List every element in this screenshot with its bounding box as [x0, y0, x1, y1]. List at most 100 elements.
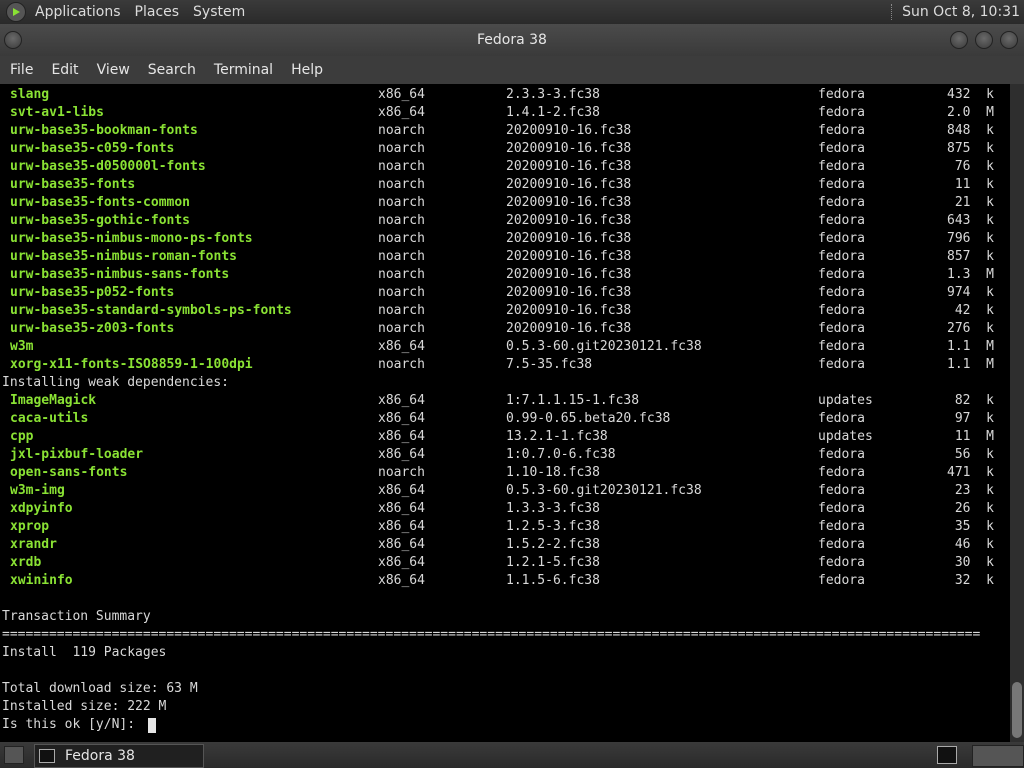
package-row: urw-base35-d050000l-fonts noarch 20200910-… — [0, 158, 1010, 176]
install-line: Install 119 Packages — [0, 644, 1010, 662]
package-version: 1:0.7.0-6.fc38 — [506, 447, 616, 462]
package-repo: fedora — [818, 177, 865, 192]
terminal-tray-icon[interactable] — [937, 746, 957, 764]
package-name: xrandr — [10, 537, 57, 552]
package-version: 0.99-0.65.beta20.fc38 — [506, 411, 671, 426]
system-menu[interactable]: System — [193, 4, 245, 20]
package-name: slang — [10, 87, 50, 102]
terminal-icon — [39, 749, 55, 763]
package-row: xorg-x11-fonts-ISO8859-1-100dpi noarch 7.5… — [0, 356, 1010, 374]
menu-file[interactable]: File — [10, 62, 33, 78]
package-arch: noarch — [378, 195, 425, 210]
package-name: urw-base35-gothic-fonts — [10, 213, 191, 228]
places-menu[interactable]: Places — [135, 4, 180, 20]
package-row: w3m x86_64 0.5.3-60.git20230121.fc38 fedora… — [0, 338, 1010, 356]
scrollbar-thumb[interactable] — [1012, 682, 1022, 738]
package-row: xwininfo x86_64 1.1.5-6.fc38 fedora 32 k — [0, 572, 1010, 590]
package-arch: x86_64 — [378, 447, 425, 462]
package-size: 76 k — [954, 159, 994, 174]
panel-separator — [891, 4, 896, 20]
transaction-summary-header: Transaction Summary — [2, 609, 151, 624]
package-arch: x86_64 — [378, 429, 425, 444]
rule-line: ========================================… — [0, 626, 1010, 644]
package-size: 857 k — [947, 249, 994, 264]
taskbar-window-button[interactable]: Fedora 38 — [34, 744, 204, 768]
package-version: 20200910-16.fc38 — [506, 195, 632, 210]
show-desktop-icon[interactable] — [4, 746, 24, 764]
workspace-switcher[interactable] — [972, 745, 1024, 767]
package-size: 32 k — [954, 573, 994, 588]
package-version: 20200910-16.fc38 — [506, 231, 632, 246]
package-arch: noarch — [378, 303, 425, 318]
window-titlebar[interactable]: Fedora 38 — [0, 24, 1024, 56]
package-name: urw-base35-standard-symbols-ps-fonts — [10, 303, 292, 318]
package-size: 21 k — [954, 195, 994, 210]
package-size: 35 k — [954, 519, 994, 534]
package-size: 11 M — [954, 429, 994, 444]
menu-search[interactable]: Search — [148, 62, 196, 78]
package-row: open-sans-fonts noarch 1.10-18.fc38 fedora 4… — [0, 464, 1010, 482]
package-row: urw-base35-nimbus-mono-ps-fonts noarch 202… — [0, 230, 1010, 248]
package-arch: x86_64 — [378, 105, 425, 120]
maximize-button[interactable] — [975, 31, 993, 49]
package-name: caca-utils — [10, 411, 89, 426]
package-repo: fedora — [818, 123, 865, 138]
package-version: 1:7.1.1.15-1.fc38 — [506, 393, 640, 408]
package-version: 0.5.3-60.git20230121.fc38 — [506, 483, 702, 498]
menu-view[interactable]: View — [97, 62, 130, 78]
package-version: 1.4.1-2.fc38 — [506, 105, 600, 120]
package-name: urw-base35-nimbus-sans-fonts — [10, 267, 230, 282]
package-version: 1.5.2-2.fc38 — [506, 537, 600, 552]
package-repo: fedora — [818, 573, 865, 588]
separator-rule: ========================================… — [2, 627, 981, 642]
package-name: open-sans-fonts — [10, 465, 128, 480]
clock[interactable]: Sun Oct 8, 10:31 — [902, 4, 1020, 20]
package-size: 97 k — [954, 411, 994, 426]
package-repo: fedora — [818, 447, 865, 462]
package-row: urw-base35-fonts-common noarch 20200910-16… — [0, 194, 1010, 212]
package-arch: noarch — [378, 321, 425, 336]
package-size: 23 k — [954, 483, 994, 498]
package-row: urw-base35-bookman-fonts noarch 20200910-1… — [0, 122, 1010, 140]
package-repo: fedora — [818, 465, 865, 480]
package-row: cpp x86_64 13.2.1-1.fc38 updates 11 M — [0, 428, 1010, 446]
terminal-menubar: File Edit View Search Terminal Help — [0, 56, 1024, 84]
total-download-size: Total download size: 63 M — [2, 681, 198, 696]
package-repo: fedora — [818, 231, 865, 246]
taskbar-window-label: Fedora 38 — [65, 748, 135, 764]
package-version: 20200910-16.fc38 — [506, 249, 632, 264]
text-cursor[interactable] — [148, 718, 156, 733]
package-arch: noarch — [378, 159, 425, 174]
menu-terminal[interactable]: Terminal — [214, 62, 273, 78]
package-size: 432 k — [947, 87, 994, 102]
package-size: 30 k — [954, 555, 994, 570]
package-name: xprop — [10, 519, 50, 534]
package-size: 2.0 M — [947, 105, 994, 120]
terminal-output[interactable]: slang x86_64 2.3.3-3.fc38 fedora 432 k svt-av… — [0, 84, 1010, 742]
package-size: 974 k — [947, 285, 994, 300]
package-repo: fedora — [818, 339, 865, 354]
package-row: caca-utils x86_64 0.99-0.65.beta20.fc38 fed… — [0, 410, 1010, 428]
package-row: xrdb x86_64 1.2.1-5.fc38 fedora 30 k — [0, 554, 1010, 572]
installed-line: Installed size: 222 M — [0, 698, 1010, 716]
applications-menu[interactable]: Applications — [35, 4, 121, 20]
package-row: urw-base35-nimbus-roman-fonts noarch 20200… — [0, 248, 1010, 266]
package-version: 0.5.3-60.git20230121.fc38 — [506, 339, 702, 354]
minimize-button[interactable] — [950, 31, 968, 49]
package-arch: x86_64 — [378, 537, 425, 552]
package-version: 1.2.1-5.fc38 — [506, 555, 600, 570]
close-button[interactable] — [1000, 31, 1018, 49]
package-version: 20200910-16.fc38 — [506, 123, 632, 138]
package-name: ImageMagick — [10, 393, 97, 408]
distro-logo-icon[interactable] — [6, 2, 26, 22]
package-row: slang x86_64 2.3.3-3.fc38 fedora 432 k — [0, 86, 1010, 104]
package-version: 13.2.1-1.fc38 — [506, 429, 608, 444]
package-repo: fedora — [818, 357, 865, 372]
package-name: urw-base35-d050000l-fonts — [10, 159, 206, 174]
menu-help[interactable]: Help — [291, 62, 323, 78]
menu-edit[interactable]: Edit — [51, 62, 78, 78]
package-arch: noarch — [378, 357, 425, 372]
package-name: urw-base35-fonts-common — [10, 195, 191, 210]
window-menu-button[interactable] — [4, 31, 22, 49]
terminal-scrollbar[interactable] — [1010, 84, 1024, 742]
